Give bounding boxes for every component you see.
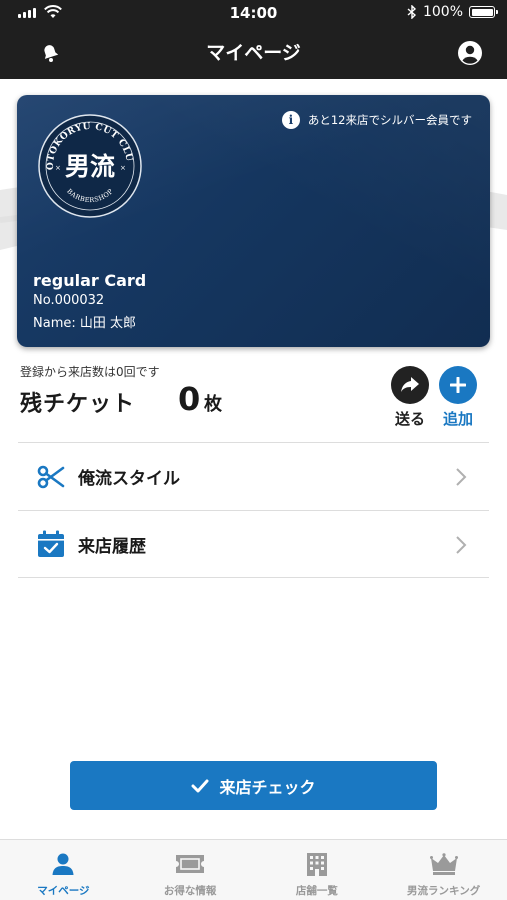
send-label: 送る <box>394 410 425 428</box>
tab-bar: マイページ お得な情報 店舗一覧 男流ランキング <box>0 839 507 900</box>
tab-label: お得な情報 <box>163 885 217 897</box>
checkin-button[interactable]: 来店チェック <box>70 761 437 810</box>
logo-center-text: 男流 <box>65 152 115 181</box>
card-type: regular Card <box>33 271 147 290</box>
top-bar: 14:00 100% マイページ <box>0 0 507 79</box>
visit-count-note: 登録から来店数は0回です <box>20 365 160 379</box>
tab-label: マイページ <box>37 885 90 897</box>
add-ticket-button[interactable]: 追加 <box>432 366 484 429</box>
tab-shop-list[interactable]: 店舗一覧 <box>254 840 381 900</box>
remaining-tickets-label: 残チケット <box>20 392 136 417</box>
card-number: No.000032 <box>33 293 105 308</box>
svg-text:×: × <box>55 164 61 172</box>
status-right: 100% <box>407 4 498 20</box>
ticket-icon <box>175 851 205 877</box>
chevron-right-icon <box>456 536 467 554</box>
checkmark-icon <box>191 779 209 792</box>
remaining-tickets-count: 0 <box>178 380 201 418</box>
chevron-right-icon <box>456 468 467 486</box>
status-bar: 14:00 100% <box>0 0 507 28</box>
user-profile-icon[interactable] <box>457 40 483 66</box>
scissors-icon <box>36 462 66 492</box>
bluetooth-icon <box>407 5 416 19</box>
building-icon <box>302 851 332 877</box>
plus-icon <box>450 377 466 393</box>
page-title: マイページ <box>206 42 301 64</box>
share-arrow-icon <box>401 377 419 392</box>
person-icon <box>48 851 78 877</box>
battery-percent: 100% <box>422 4 463 20</box>
card-notice: i あと12来店でシルバー会員です <box>281 111 472 129</box>
crown-icon <box>429 851 459 877</box>
tab-ranking[interactable]: 男流ランキング <box>380 840 507 900</box>
tab-label: 店舗一覧 <box>295 885 338 897</box>
menu-label: 俺流スタイル <box>78 469 180 489</box>
tab-deals[interactable]: お得な情報 <box>127 840 254 900</box>
add-label: 追加 <box>442 410 473 428</box>
menu-label: 来店履歴 <box>78 536 146 557</box>
battery-icon <box>469 6 498 18</box>
tab-label: 男流ランキング <box>407 885 481 897</box>
menu-item-my-style[interactable]: 俺流スタイル <box>18 442 489 510</box>
card-notice-text: あと12来店でシルバー会員です <box>307 113 472 127</box>
my-page-screen: 14:00 100% マイページ OTOKORYU CUT CLU BARBER… <box>0 0 507 900</box>
remaining-tickets-unit: 枚 <box>204 394 222 415</box>
menu-list: 俺流スタイル 来店履歴 <box>18 442 489 578</box>
card-holder-name: Name: 山田 太郎 <box>33 316 136 331</box>
add-icon-circle[interactable] <box>439 366 477 404</box>
send-ticket-button[interactable]: 送る <box>384 366 436 429</box>
menu-item-visit-history[interactable]: 来店履歴 <box>18 510 489 578</box>
shop-logo: OTOKORYU CUT CLUB BARBERSHOP 男流 × × <box>33 106 143 219</box>
info-icon: i <box>281 111 300 129</box>
calendar-check-icon <box>36 529 66 559</box>
svg-text:×: × <box>120 164 126 172</box>
tab-my-page[interactable]: マイページ <box>0 840 127 900</box>
membership-card[interactable]: OTOKORYU CUT CLUB BARBERSHOP 男流 × × i あと… <box>17 95 490 347</box>
send-icon-circle[interactable] <box>391 366 429 404</box>
checkin-button-label: 来店チェック <box>219 777 316 797</box>
